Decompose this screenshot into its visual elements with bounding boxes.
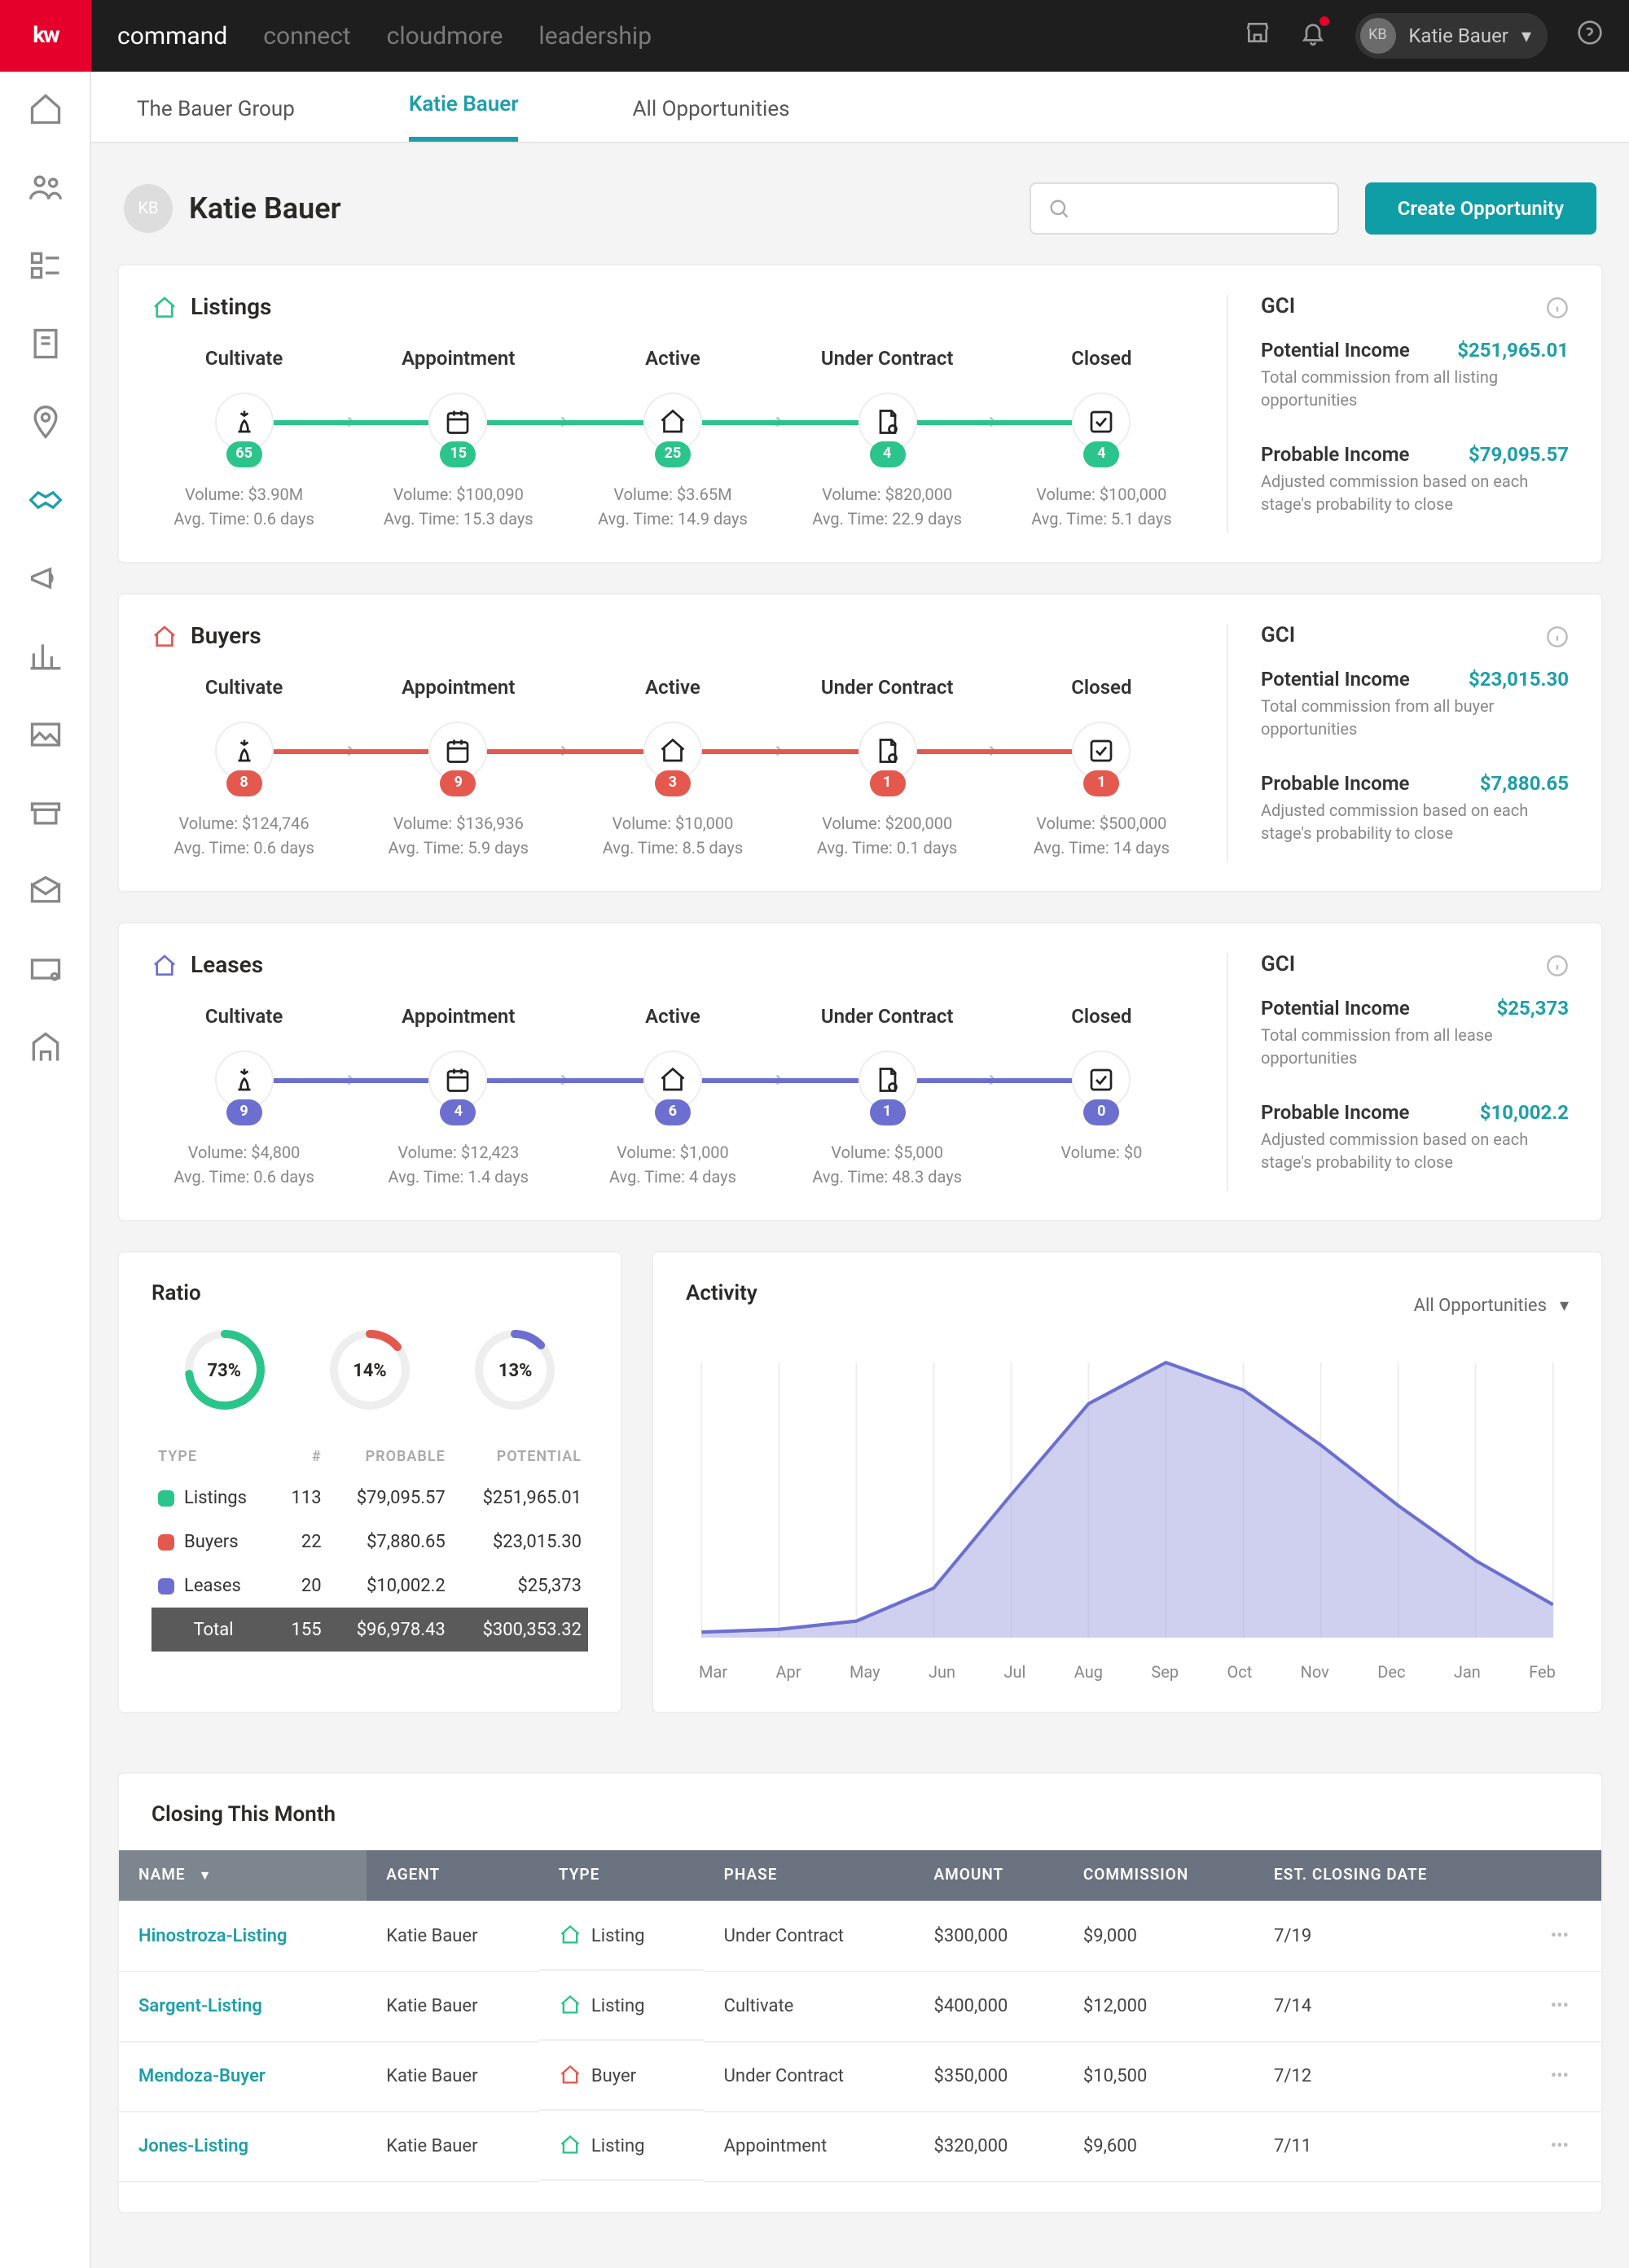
ratio-card: Ratio 73% 14% 13% TYPE#PROBABLEPOTENTIAL…	[117, 1251, 622, 1713]
notifications-icon[interactable]	[1299, 20, 1325, 52]
nav-pin-icon[interactable]	[27, 404, 63, 440]
row-actions-icon[interactable]: •••	[1508, 2041, 1601, 2111]
stage-appointment[interactable]: Appointment 4 Volume: $12,423Avg. Time: …	[366, 1005, 551, 1191]
page-title: Katie Bauer	[189, 191, 341, 226]
row-actions-icon[interactable]: •••	[1508, 1901, 1601, 1971]
activity-title: Activity	[686, 1282, 757, 1306]
type-icon	[559, 2064, 582, 2086]
ratio-title: Ratio	[151, 1282, 588, 1306]
stage-under contract[interactable]: Under Contract 1 Volume: $200,000Avg. Ti…	[795, 676, 980, 862]
stage-under contract[interactable]: Under Contract 1 Volume: $5,000Avg. Time…	[795, 1005, 980, 1191]
type-icon	[559, 1994, 582, 2016]
chevron-down-icon: ▾	[1521, 24, 1531, 47]
stage-closed[interactable]: Closed 4 Volume: $100,000Avg. Time: 5.1 …	[1009, 347, 1194, 533]
stage-cultivate[interactable]: Cultivate 65 Volume: $3.90MAvg. Time: 0.…	[151, 347, 336, 533]
col-commission[interactable]: COMMISSION	[1064, 1850, 1254, 1901]
nav-doc-icon[interactable]	[27, 326, 63, 362]
stage-under contract[interactable]: Under Contract 4 Volume: $820,000Avg. Ti…	[795, 347, 980, 533]
nav-mail-icon[interactable]	[27, 873, 63, 909]
tab-katie-bauer[interactable]: Katie Bauer	[409, 93, 519, 142]
col-agent[interactable]: AGENT	[367, 1850, 539, 1901]
ratio-row: Listings113$79,095.57$251,965.01	[151, 1476, 588, 1520]
activity-chart	[686, 1345, 1569, 1655]
topnav-command[interactable]: command	[117, 21, 227, 50]
info-icon[interactable]	[1546, 625, 1569, 647]
row-actions-icon[interactable]: •••	[1508, 2111, 1601, 2181]
stage-appointment[interactable]: Appointment 15 Volume: $100,090Avg. Time…	[366, 347, 551, 533]
ratio-total-row: Total155$96,978.43$300,353.32	[151, 1608, 588, 1652]
nav-people-icon[interactable]	[27, 169, 63, 205]
pipeline-title: Leases	[151, 953, 1194, 979]
chevron-down-icon: ▾	[1560, 1295, 1569, 1316]
gci-panel: GCI Potential Income$251,965.01 Total co…	[1227, 295, 1569, 533]
col-phase[interactable]: PHASE	[705, 1850, 915, 1901]
stage-appointment[interactable]: Appointment 9 Volume: $136,936Avg. Time:…	[366, 676, 551, 862]
stage-active[interactable]: Active 3 Volume: $10,000Avg. Time: 8.5 d…	[580, 676, 765, 862]
col-amount[interactable]: AMOUNT	[915, 1850, 1064, 1901]
topbar: kw command connect cloudmore leadership KB …	[0, 0, 1629, 72]
col-est-closing-date[interactable]: EST. CLOSING DATE	[1254, 1850, 1508, 1901]
pipeline-listings: Listings Cultivate 65 Volume: $3.90MAvg.…	[117, 264, 1603, 564]
create-opportunity-button[interactable]: Create Opportunity	[1365, 182, 1596, 235]
gci-panel: GCI Potential Income$25,373 Total commis…	[1227, 953, 1569, 1191]
col-name[interactable]: NAME▼	[119, 1850, 367, 1901]
pipeline-leases: Leases Cultivate 9 Volume: $4,800Avg. Ti…	[117, 922, 1603, 1222]
activity-filter[interactable]: All Opportunities▾	[1414, 1295, 1569, 1316]
stage-cultivate[interactable]: Cultivate 9 Volume: $4,800Avg. Time: 0.6…	[151, 1005, 336, 1191]
search-icon	[1047, 197, 1070, 220]
sub-tabs: The Bauer Group Katie Bauer All Opportunit…	[91, 72, 1629, 143]
stage-active[interactable]: Active 25 Volume: $3.65MAvg. Time: 14.9 …	[580, 347, 765, 533]
closing-row[interactable]: Hinostroza-ListingKatie Bauer Listing Un…	[119, 1901, 1601, 1971]
topnav-leadership[interactable]: leadership	[538, 21, 652, 50]
nav-image-icon[interactable]	[27, 717, 63, 752]
ratio-row: Leases20$10,002.2$25,373	[151, 1564, 588, 1608]
col-type[interactable]: TYPE	[539, 1850, 705, 1901]
nav-card-icon[interactable]	[27, 951, 63, 987]
closing-card: Closing This Month NAME▼AGENTTYPEPHASEAM…	[117, 1772, 1603, 2213]
nav-archive-icon[interactable]	[27, 795, 63, 831]
stage-cultivate[interactable]: Cultivate 8 Volume: $124,746Avg. Time: 0…	[151, 676, 336, 862]
topnav-cloudmore[interactable]: cloudmore	[387, 21, 503, 50]
tab-the-bauer-group[interactable]: The Bauer Group	[137, 98, 295, 142]
closing-row[interactable]: Jones-ListingKatie Bauer Listing Appoint…	[119, 2111, 1601, 2181]
nav-chart-icon[interactable]	[27, 638, 63, 674]
ratio-row: Buyers22$7,880.65$23,015.30	[151, 1520, 588, 1564]
help-icon[interactable]	[1577, 20, 1603, 52]
closing-title: Closing This Month	[119, 1803, 1601, 1850]
closing-row[interactable]: Mendoza-BuyerKatie Bauer Buyer Under Con…	[119, 2041, 1601, 2111]
info-icon[interactable]	[1546, 296, 1569, 318]
nav-megaphone-icon[interactable]	[27, 560, 63, 596]
stage-closed[interactable]: Closed 1 Volume: $500,000Avg. Time: 14 d…	[1009, 676, 1194, 862]
ratio-donut: 14%	[329, 1329, 411, 1410]
nav-handshake-icon[interactable]	[27, 482, 63, 518]
tab-all-opportunities[interactable]: All Opportunities	[633, 98, 790, 142]
ratio-donut: 73%	[183, 1329, 265, 1410]
logo[interactable]: kw	[0, 0, 91, 72]
nav-building-icon[interactable]	[27, 1029, 63, 1065]
avatar: KB	[124, 184, 173, 233]
pipeline-buyers: Buyers Cultivate 8 Volume: $124,746Avg. …	[117, 593, 1603, 893]
info-icon[interactable]	[1546, 954, 1569, 976]
stage-active[interactable]: Active 6 Volume: $1,000Avg. Time: 4 days	[580, 1005, 765, 1191]
store-icon[interactable]	[1244, 20, 1270, 52]
row-actions-icon[interactable]: •••	[1508, 1971, 1601, 2041]
type-icon	[559, 2134, 582, 2156]
nav-home-icon[interactable]	[27, 91, 63, 127]
search-input[interactable]	[1030, 182, 1339, 235]
stage-closed[interactable]: Closed 0 Volume: $0	[1009, 1005, 1194, 1166]
closing-row[interactable]: Sargent-ListingKatie Bauer Listing Culti…	[119, 1971, 1601, 2041]
pipeline-title: Buyers	[151, 624, 1194, 650]
page-header: KB Katie Bauer Create Opportunity	[117, 169, 1603, 264]
nav-tasks-icon[interactable]	[27, 248, 63, 283]
left-nav	[0, 72, 91, 2268]
pipeline-title: Listings	[151, 295, 1194, 321]
activity-card: Activity All Opportunities▾ MarAprMayJun…	[652, 1251, 1603, 1713]
type-icon	[559, 1924, 582, 1946]
user-menu[interactable]: KB Katie Bauer ▾	[1355, 13, 1548, 59]
ratio-donut: 13%	[475, 1329, 556, 1410]
topnav-connect[interactable]: connect	[263, 21, 350, 50]
gci-panel: GCI Potential Income$23,015.30 Total com…	[1227, 624, 1569, 862]
top-nav: command connect cloudmore leadership	[117, 21, 652, 50]
